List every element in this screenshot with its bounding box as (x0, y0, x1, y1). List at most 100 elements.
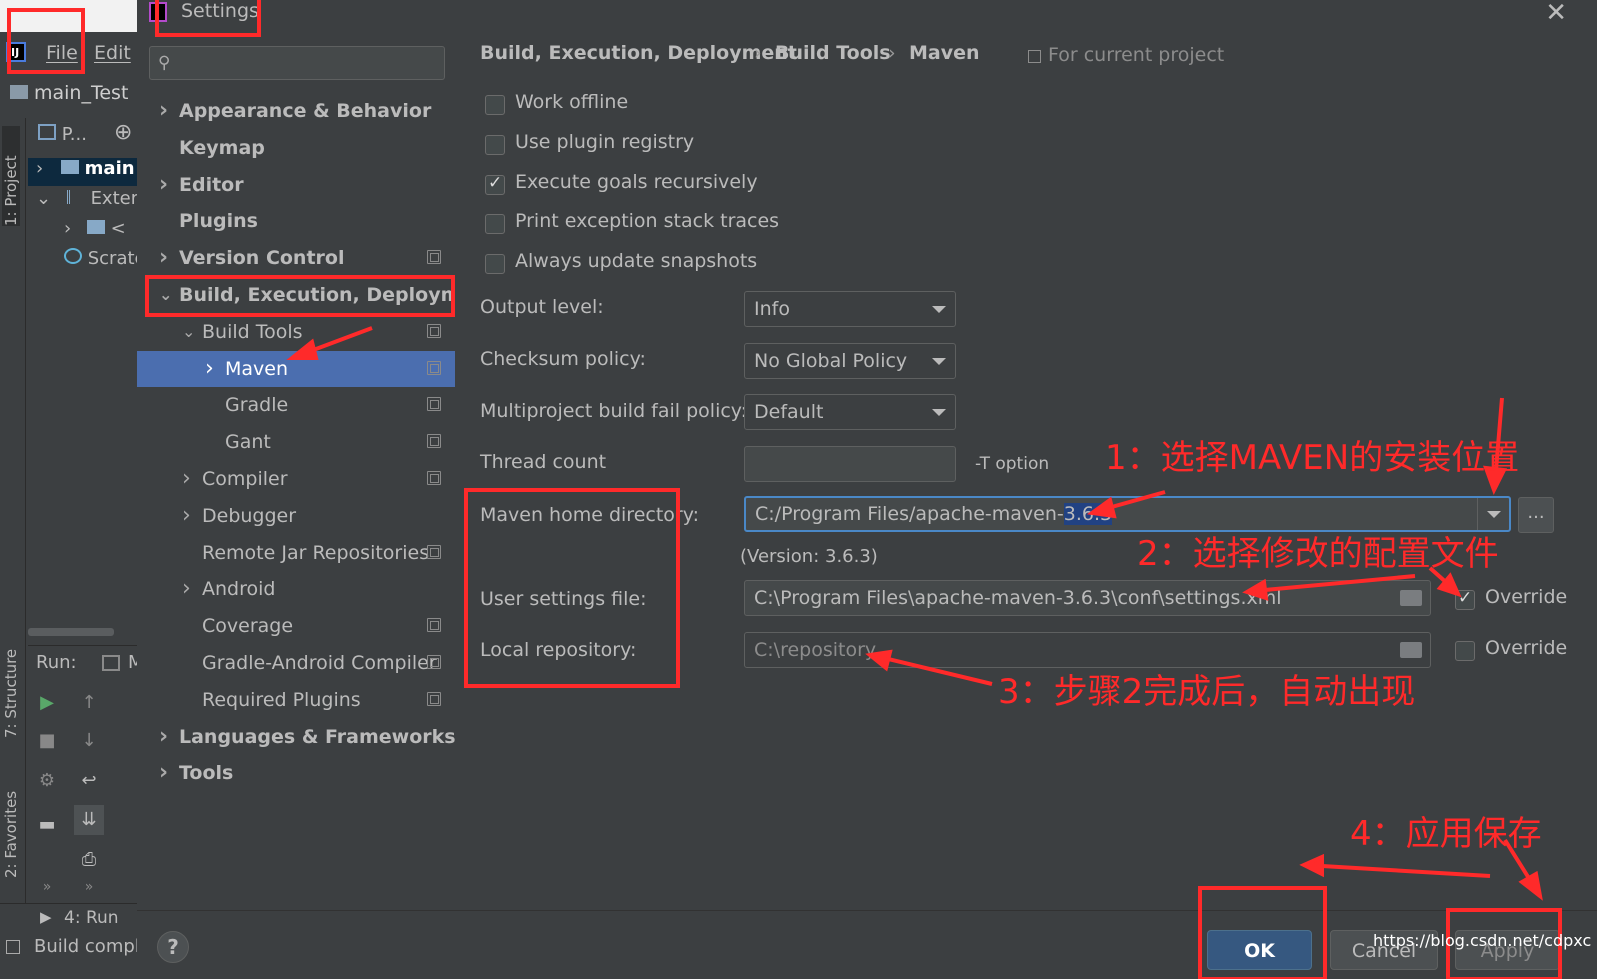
chevron-right-icon[interactable]: › (159, 167, 168, 203)
run-tab-label[interactable]: M (128, 652, 137, 673)
tab-favorites[interactable]: 2: Favorites (2, 768, 20, 878)
checksum-policy-select[interactable]: No Global Policy (744, 343, 956, 379)
chevron-down-icon (932, 409, 946, 416)
arrow-down-icon[interactable]: ↓ (74, 726, 104, 756)
multiproject-policy-select[interactable]: Default (744, 394, 956, 430)
ide-side-strip: 1: Project 7: Structure 2: Favorites (0, 118, 26, 978)
path-prefix: C:/Program Files/apache-maven- (755, 503, 1064, 525)
tree-item-label: Gradle-Android Compiler (202, 652, 437, 674)
checkbox-checked[interactable] (1455, 588, 1475, 610)
play-icon[interactable]: ▶ (32, 688, 62, 718)
ok-button[interactable]: OK (1207, 930, 1312, 970)
tree-item-remote-jar-repositories[interactable]: Remote Jar Repositories (137, 535, 455, 571)
checkbox[interactable] (485, 135, 505, 155)
tree-item-android[interactable]: › Android (137, 571, 455, 607)
thread-count-input[interactable] (744, 446, 956, 482)
tree-item-appearance-behavior[interactable]: › Appearance & Behavior (137, 93, 455, 129)
maven-home-label: Maven home directory: (480, 504, 699, 526)
tree-row-external[interactable]: ⌄ Exterr (28, 188, 137, 209)
tree-item-required-plugins[interactable]: Required Plugins (137, 682, 455, 718)
run-bottom-tab[interactable]: 4: Run (64, 908, 119, 928)
scroll-end-icon[interactable]: ⇊ (74, 805, 104, 835)
layout-icon[interactable]: ▬ (32, 810, 62, 840)
tab-project[interactable]: 1: Project (2, 126, 20, 226)
chevron-down-icon[interactable]: ⌄ (159, 277, 172, 313)
local-repo-input[interactable]: C:\repository (744, 632, 1431, 668)
tree-item-build-execution-deployment[interactable]: ⌄ Build, Execution, Deployment (137, 277, 496, 313)
tree-item-compiler[interactable]: › Compiler (137, 461, 455, 497)
annotation-note-2: 2：选择修改的配置文件 (1137, 534, 1499, 574)
stop-icon[interactable]: ■ (32, 726, 62, 756)
project-scope-icon (427, 361, 441, 375)
chevron-down-icon[interactable]: ⌄ (182, 314, 195, 350)
checkbox[interactable] (485, 95, 505, 115)
folder-icon[interactable] (1400, 590, 1422, 606)
checkbox[interactable] (485, 214, 505, 234)
settings-sidebar: ⚲ › Appearance & Behavior Keymap › Editor Plu… (137, 30, 496, 910)
intellij-icon (149, 2, 167, 22)
library-icon (66, 190, 85, 204)
chevron-right-icon[interactable]: › (182, 498, 191, 534)
more-icon[interactable]: » (32, 872, 62, 902)
locate-icon[interactable]: ⊕ (114, 120, 132, 145)
chevron-right-icon[interactable]: › (159, 240, 168, 276)
checkbox[interactable] (485, 254, 505, 274)
tree-item-languages-frameworks[interactable]: › Languages & Frameworks (137, 719, 456, 755)
run-label: Run: (36, 652, 77, 673)
tree-item-tools[interactable]: › Tools (137, 755, 455, 791)
settings-search-input[interactable]: ⚲ (149, 46, 445, 80)
checkbox-checked[interactable] (485, 173, 505, 195)
tree-item-gradle-android-compiler[interactable]: Gradle-Android Compiler (137, 645, 455, 681)
chevron-right-icon[interactable]: › (159, 93, 168, 129)
arrow-up-icon[interactable]: ↑ (74, 688, 104, 718)
help-button[interactable]: ? (157, 931, 189, 963)
chevron-right-icon[interactable]: › (182, 461, 191, 497)
tree-item-version-control[interactable]: › Version Control (137, 240, 455, 276)
browse-button[interactable]: ... (1518, 497, 1554, 533)
tree-row-main[interactable]: › main (28, 158, 137, 186)
wrap-icon[interactable]: ↩ (74, 766, 104, 796)
more-icon-2[interactable]: » (74, 872, 104, 902)
tree-item-debugger[interactable]: › Debugger (137, 498, 455, 534)
tree-item-build-tools[interactable]: ⌄ Build Tools (137, 314, 455, 350)
checkbox[interactable] (1455, 641, 1475, 661)
chevron-right-icon[interactable]: › (182, 571, 191, 607)
chevron-right-icon[interactable]: › (159, 719, 168, 755)
tree-row-scratches[interactable]: Scratc (28, 248, 137, 269)
breadcrumb-part1[interactable]: Build, Execution, Deployment (480, 42, 797, 64)
tree-item-label: Languages & Frameworks (179, 726, 456, 748)
tree-item-coverage[interactable]: Coverage (137, 608, 455, 644)
tree-item-editor[interactable]: › Editor (137, 167, 455, 203)
close-icon[interactable]: ✕ (1545, 0, 1567, 28)
tree-item-keymap[interactable]: Keymap (137, 130, 455, 166)
tree-item-label: Appearance & Behavior (179, 100, 432, 122)
user-settings-input[interactable]: C:\Program Files\apache-maven-3.6.3\conf… (744, 580, 1431, 616)
scratches-icon (64, 248, 82, 264)
project-view-label: P... (61, 124, 87, 145)
settings-gear-icon[interactable]: ⚙ (32, 766, 62, 796)
tree-item-label: Build, Execution, Deployment (179, 284, 496, 306)
dialog-titlebar: Settings ✕ (137, 0, 1597, 30)
tree-item-label: Gradle (225, 394, 289, 416)
chevron-right-icon[interactable]: › (159, 755, 168, 791)
menu-file[interactable]: File (46, 42, 78, 64)
chevron-right-icon[interactable]: › (205, 351, 214, 387)
ide-scrollbar[interactable] (28, 628, 114, 636)
tree-item-gradle[interactable]: Gradle (137, 387, 455, 423)
folder-icon[interactable] (1400, 642, 1422, 658)
tree-item-gant[interactable]: Gant (137, 424, 455, 460)
input-value: C:/Program Files/apache-maven-3.6.3 (755, 503, 1113, 525)
menu-edit[interactable]: Edit (94, 42, 131, 64)
project-view-dropdown[interactable]: P... (38, 124, 87, 145)
play-icon[interactable]: ▶ (40, 908, 52, 926)
print-icon[interactable]: ⎙ (74, 845, 104, 875)
tab-structure[interactable]: 7: Structure (2, 628, 20, 738)
output-level-label: Output level: (480, 296, 604, 318)
output-level-select[interactable]: Info (744, 291, 956, 327)
tree-item-plugins[interactable]: Plugins (137, 203, 455, 239)
project-name: main_Test (34, 82, 129, 104)
breadcrumb-part2[interactable]: Build Tools (775, 42, 891, 64)
tree-row-sdk[interactable]: › < (28, 218, 126, 239)
dialog-title: Settings (181, 0, 259, 22)
tree-item-maven[interactable]: › Maven (137, 351, 455, 387)
